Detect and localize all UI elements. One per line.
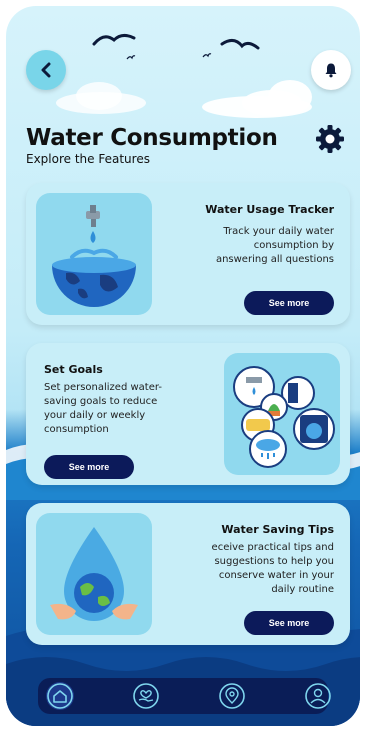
card-title: Water Usage Tracker [205,203,334,216]
bird-icon [126,55,136,60]
page-title: Water Consumption [26,125,278,151]
card-description-line: daily routine [271,584,334,595]
card-description-line: eceive practical tips and [211,542,334,553]
see-more-button[interactable]: See more [244,611,334,635]
phone-screen: Water Consumption Explore the Features W… [6,6,360,726]
location-icon [219,683,245,709]
card-description-line: Set personalized water- [44,382,162,393]
feature-card-set-goals: Set Goals Set personalized water- saving… [26,343,350,485]
feature-card-water-usage-tracker: Water Usage Tracker Track your daily wat… [26,183,350,325]
see-more-button[interactable]: See more [44,455,134,479]
earth-faucet-icon [52,205,136,307]
card-description-line: consumption [44,424,109,435]
nav-goals[interactable] [132,682,160,710]
notifications-button[interactable] [311,50,351,90]
bird-icon [202,53,212,58]
nav-profile[interactable] [304,682,332,710]
home-icon [47,683,73,709]
see-more-button[interactable]: See more [244,291,334,315]
bird-icon [92,33,136,46]
bird-icon [220,39,260,50]
card-description-line: conserve water in your [218,570,334,581]
page-subtitle: Explore the Features [26,152,150,166]
card-description-line: suggestions to help you [214,556,334,567]
card-illustration [224,353,340,475]
card-title: Water Saving Tips [221,523,334,536]
feature-card-water-saving-tips: Water Saving Tips eceive practical tips … [26,503,350,645]
card-illustration [36,513,152,635]
household-water-icon [233,366,335,468]
card-description-line: consumption by [253,240,334,251]
cloud-decoration [76,82,122,110]
chevron-left-icon [41,62,51,78]
card-description-line: answering all questions [215,254,334,265]
nav-location[interactable] [218,682,246,710]
card-title: Set Goals [44,363,103,376]
card-description-line: Track your daily water [223,226,334,237]
bell-icon [325,63,337,78]
card-description-line: saving goals to reduce [44,396,158,407]
nav-home[interactable] [46,682,74,710]
cloud-decoration [202,96,312,118]
bottom-navigation [38,678,331,714]
earth-in-drop-icon [50,527,138,621]
heart-hand-icon [133,683,159,709]
settings-gear-icon[interactable] [315,124,345,154]
card-description-line: your daily or weekly [44,410,146,421]
back-button[interactable] [26,50,66,90]
card-illustration [36,193,152,315]
profile-icon [305,683,331,709]
